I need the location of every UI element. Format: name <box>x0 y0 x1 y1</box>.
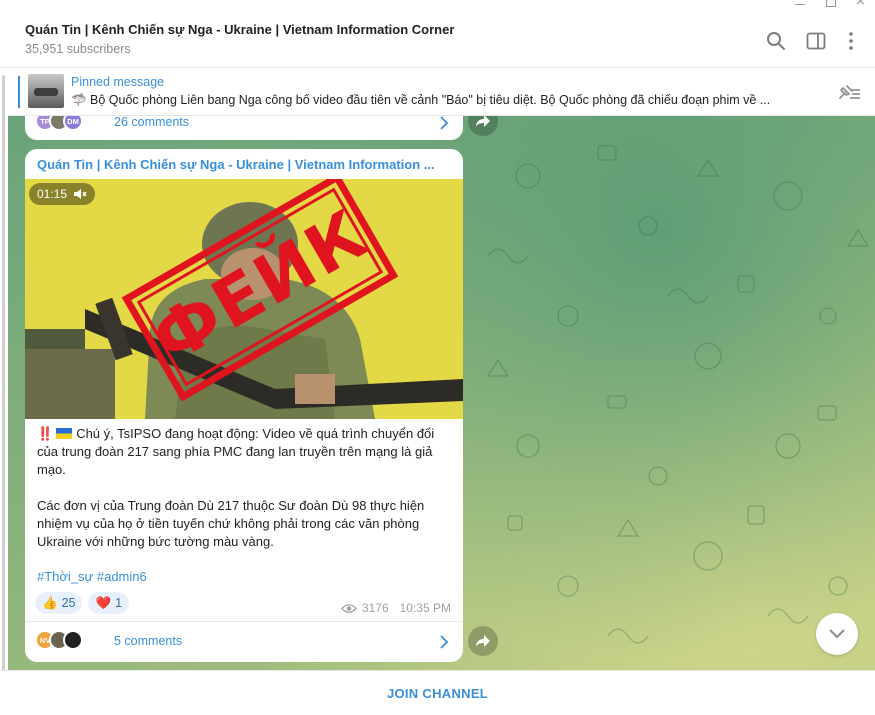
pinned-thumbnail <box>28 74 64 108</box>
forward-icon <box>476 116 490 127</box>
reaction-thumbs-up[interactable]: 👍 25 <box>35 592 83 614</box>
chat-footer: JOIN CHANNEL <box>0 670 875 715</box>
post-paragraph-1-text: Chú ý, TsIPSO đang hoạt động: Video về q… <box>37 426 435 477</box>
post-time: 10:35 PM <box>399 601 451 615</box>
pinned-label: Pinned message <box>71 75 165 89</box>
avatar: DM <box>63 116 83 131</box>
comments-divider <box>25 621 463 622</box>
commenter-avatars: TP DM <box>35 116 83 131</box>
sidebar-toggle-icon[interactable] <box>805 30 827 52</box>
warning-emoji: ‼️ <box>37 426 54 441</box>
reaction-count: 1 <box>115 596 123 610</box>
chat-scrollbar[interactable] <box>2 75 5 670</box>
reaction-count: 25 <box>61 596 76 610</box>
pinned-message-bar[interactable]: Pinned message 🦈 Bộ Quốc phòng Liên bang… <box>8 68 875 116</box>
video-duration: 01:15 <box>37 187 68 201</box>
maximize-window-button[interactable] <box>815 0 845 10</box>
reaction-list: 👍 25 ❤️ 1 <box>35 592 130 614</box>
subscriber-count: 35,951 subscribers <box>25 42 131 56</box>
channel-post: Quán Tin | Kênh Chiến sự Nga - Ukraine |… <box>25 149 463 662</box>
forward-icon <box>476 635 490 647</box>
heart-icon: ❤️ <box>95 595 112 610</box>
post-sender[interactable]: Quán Tin | Kênh Chiến sự Nga - Ukraine |… <box>37 157 453 172</box>
join-channel-button[interactable]: JOIN CHANNEL <box>387 686 488 701</box>
unpin-icon[interactable] <box>834 82 862 102</box>
video-duration-badge[interactable]: 01:15 <box>29 183 96 205</box>
scroll-to-bottom-button[interactable] <box>816 613 858 655</box>
post-paragraph-1: ‼️ Chú ý, TsIPSO đang hoạt động: Video về… <box>37 425 453 479</box>
close-window-button[interactable] <box>845 0 875 10</box>
reaction-heart[interactable]: ❤️ 1 <box>88 592 130 614</box>
eye-icon <box>341 603 357 613</box>
mute-icon[interactable] <box>73 188 87 200</box>
pinned-text: 🦈 Bộ Quốc phòng Liên bang Nga công bố vi… <box>71 93 771 107</box>
ukraine-flag-icon <box>56 428 73 439</box>
comments-link[interactable]: 5 comments <box>114 634 182 648</box>
search-icon[interactable] <box>765 30 787 52</box>
thumbs-up-icon: 👍 <box>42 595 58 610</box>
minimize-window-button[interactable] <box>785 0 815 10</box>
chat-area: TP DM 26 comments Quán Tin | Kênh Chiến … <box>8 116 875 670</box>
post-text: ‼️ Chú ý, TsIPSO đang hoạt động: Video về… <box>37 425 453 569</box>
more-vertical-icon[interactable] <box>840 30 862 52</box>
chevron-right-icon[interactable] <box>439 116 449 130</box>
chat-header: Quán Tin | Kênh Chiến sự Nga - Ukraine |… <box>0 10 875 68</box>
avatar <box>63 630 83 650</box>
post-hashtags[interactable]: #Thời_sự #admin6 <box>37 569 147 584</box>
forward-button[interactable] <box>468 626 498 656</box>
post-meta: 3176 10:35 PM <box>341 601 451 615</box>
chevron-right-icon[interactable] <box>439 635 449 649</box>
previous-message-footer: TP DM 26 comments <box>25 116 463 140</box>
window-controls <box>785 0 875 10</box>
chevron-down-icon <box>829 629 845 639</box>
channel-title[interactable]: Quán Tin | Kênh Chiến sự Nga - Ukraine |… <box>25 22 454 37</box>
comments-link[interactable]: 26 comments <box>114 116 189 129</box>
commenter-avatars: NV <box>35 630 83 650</box>
view-count: 3176 <box>361 601 389 615</box>
video-preview[interactable]: ФЕЙК 01:15 <box>25 179 463 419</box>
pinned-indicator <box>18 76 20 108</box>
post-paragraph-2: Các đơn vị của Trung đoàn Dù 217 thuộc S… <box>37 498 425 549</box>
